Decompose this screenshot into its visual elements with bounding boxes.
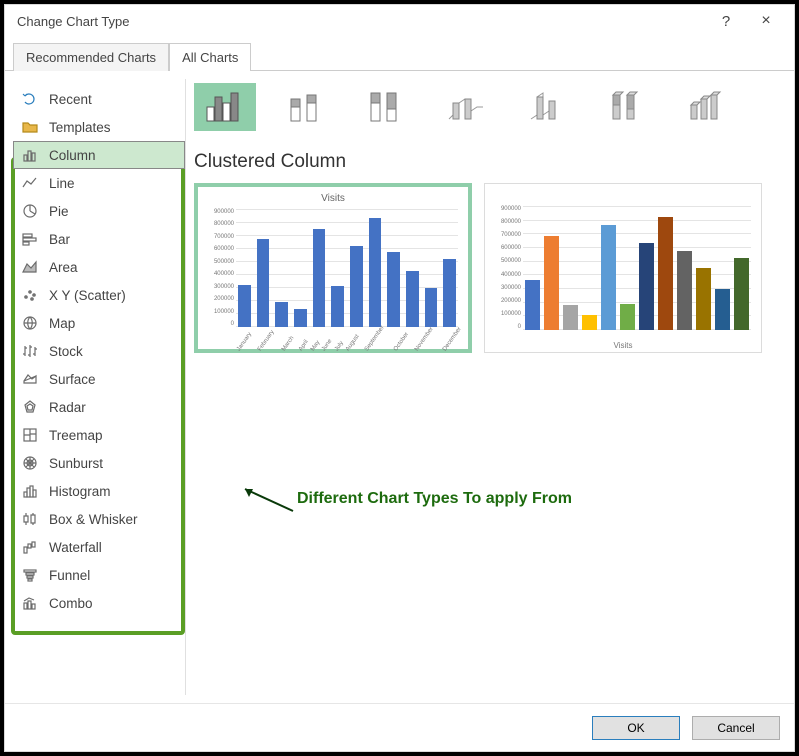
category-label: Box & Whisker <box>49 512 138 527</box>
x-axis-labels: JanuaryFebruaryMarchAprilMayJuneJulyAugu… <box>236 341 458 347</box>
category-label: Radar <box>49 400 86 415</box>
category-label: Waterfall <box>49 540 102 555</box>
category-label: Line <box>49 176 75 191</box>
bars <box>236 209 458 327</box>
y-axis-labels: 0100000200000300000400000500000600000700… <box>487 206 521 330</box>
category-column[interactable]: Column <box>13 141 185 169</box>
category-label: Combo <box>49 596 93 611</box>
subtype-stacked-column[interactable] <box>274 83 336 131</box>
box-whisker-icon <box>21 510 39 528</box>
category-stock[interactable]: Stock <box>13 337 185 365</box>
subtype-heading: Clustered Column <box>194 151 782 173</box>
category-label: Area <box>49 260 78 275</box>
cancel-button[interactable]: Cancel <box>692 716 780 740</box>
category-label: Treemap <box>49 428 103 443</box>
map-icon <box>21 314 39 332</box>
category-label: Pie <box>49 204 69 219</box>
category-surface[interactable]: Surface <box>13 365 185 393</box>
subtype-row <box>194 83 782 137</box>
category-label: Bar <box>49 232 70 247</box>
titlebar: Change Chart Type ? × <box>5 5 794 37</box>
category-pie[interactable]: Pie <box>13 197 185 225</box>
waterfall-icon <box>21 538 39 556</box>
category-label: Surface <box>49 372 96 387</box>
category-histogram[interactable]: Histogram <box>13 477 185 505</box>
preview-chart-1[interactable]: Visits 010000020000030000040000050000060… <box>194 183 472 353</box>
category-funnel[interactable]: Funnel <box>13 561 185 589</box>
category-radar[interactable]: Radar <box>13 393 185 421</box>
category-scatter[interactable]: X Y (Scatter) <box>13 281 185 309</box>
category-treemap[interactable]: Treemap <box>13 421 185 449</box>
category-label: X Y (Scatter) <box>49 288 126 303</box>
surface-chart-icon <box>21 370 39 388</box>
bars <box>523 206 751 330</box>
stock-chart-icon <box>21 342 39 360</box>
category-waterfall[interactable]: Waterfall <box>13 533 185 561</box>
recent-icon <box>21 90 39 108</box>
subtype-3d-clustered-column[interactable] <box>434 83 496 131</box>
close-button[interactable]: × <box>746 12 786 30</box>
folder-icon <box>21 118 39 136</box>
column-chart-icon <box>21 146 39 164</box>
subtype-3d-stacked-column[interactable] <box>514 83 576 131</box>
x-axis-label: Visits <box>485 341 761 350</box>
category-label: Funnel <box>49 568 90 583</box>
category-sunburst[interactable]: Sunburst <box>13 449 185 477</box>
tab-recommended-charts[interactable]: Recommended Charts <box>13 43 169 71</box>
area-chart-icon <box>21 258 39 276</box>
category-templates[interactable]: Templates <box>13 113 185 141</box>
sunburst-icon <box>21 454 39 472</box>
annotation-text: Different Chart Types To apply From <box>297 490 572 508</box>
chart-previews: Visits 010000020000030000040000050000060… <box>194 183 782 353</box>
category-label: Map <box>49 316 75 331</box>
change-chart-type-dialog: Change Chart Type ? × Recommended Charts… <box>4 4 795 752</box>
dialog-footer: OK Cancel <box>5 703 794 751</box>
category-label: Recent <box>49 92 92 107</box>
treemap-icon <box>21 426 39 444</box>
category-label: Column <box>49 148 96 163</box>
ok-button[interactable]: OK <box>592 716 680 740</box>
subtype-clustered-column[interactable] <box>194 83 256 131</box>
category-label: Templates <box>49 120 111 135</box>
bar-chart-icon <box>21 230 39 248</box>
category-map[interactable]: Map <box>13 309 185 337</box>
histogram-icon <box>21 482 39 500</box>
chart-category-list: Recent Templates Column Line <box>13 79 185 695</box>
line-chart-icon <box>21 174 39 192</box>
y-axis-labels: 0100000200000300000400000500000600000700… <box>200 209 234 327</box>
radar-chart-icon <box>21 398 39 416</box>
annotation-callout: Different Chart Types To apply From <box>241 483 572 515</box>
arrow-icon <box>241 483 297 515</box>
dialog-title: Change Chart Type <box>17 14 706 29</box>
funnel-icon <box>21 566 39 584</box>
tab-all-charts[interactable]: All Charts <box>169 43 251 71</box>
category-recent[interactable]: Recent <box>13 85 185 113</box>
chart-title: Visits <box>198 193 468 204</box>
combo-chart-icon <box>21 594 39 612</box>
category-bar[interactable]: Bar <box>13 225 185 253</box>
preview-chart-2[interactable]: 0100000200000300000400000500000600000700… <box>484 183 762 353</box>
subtype-3d-100-stacked-column[interactable] <box>594 83 656 131</box>
category-area[interactable]: Area <box>13 253 185 281</box>
category-label: Stock <box>49 344 83 359</box>
pie-chart-icon <box>21 202 39 220</box>
category-label: Sunburst <box>49 456 103 471</box>
subtype-3d-column[interactable] <box>674 83 736 131</box>
tab-strip: Recommended Charts All Charts <box>5 37 794 71</box>
category-box-whisker[interactable]: Box & Whisker <box>13 505 185 533</box>
subtype-100-stacked-column[interactable] <box>354 83 416 131</box>
category-line[interactable]: Line <box>13 169 185 197</box>
help-button[interactable]: ? <box>706 13 746 30</box>
chart-detail-panel: Clustered Column Visits 0100000200000300… <box>185 79 786 695</box>
scatter-chart-icon <box>21 286 39 304</box>
category-label: Histogram <box>49 484 111 499</box>
category-combo[interactable]: Combo <box>13 589 185 617</box>
